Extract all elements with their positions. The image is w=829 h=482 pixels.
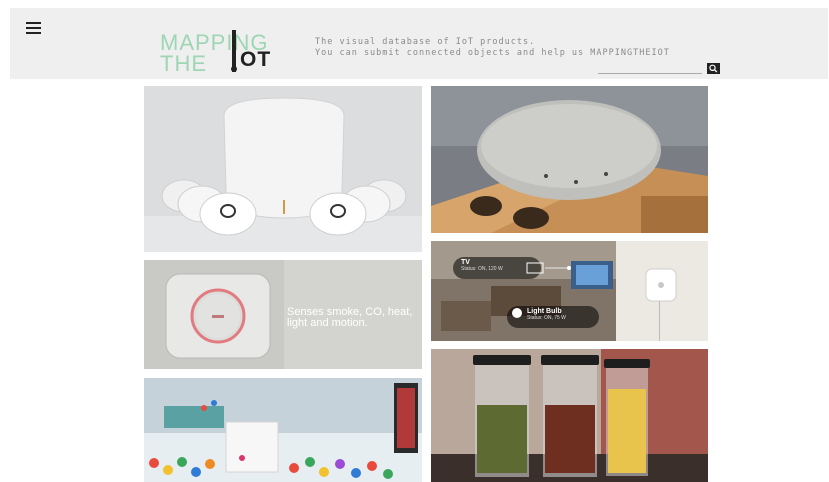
product-image-smart-jars <box>431 349 708 482</box>
tagline-line-1: The visual database of IoT products. <box>315 37 536 47</box>
tv-status-card: TV Status: ON, 120 W <box>461 259 503 272</box>
smoke-alarm-caption: Senses smoke, CO, heat, light and motion… <box>287 307 412 329</box>
tv-label: TV <box>461 259 470 266</box>
tv-status: Status: ON, 120 W <box>461 266 503 272</box>
tagline: The visual database of IoT products. You… <box>315 37 670 59</box>
hamburger-menu-icon[interactable] <box>26 22 41 34</box>
product-image-cube-candies <box>144 378 422 482</box>
logo-ot[interactable]: OT <box>240 49 271 70</box>
smoke-alarm-caption-text: Senses smoke, CO, heat, light and motion… <box>287 306 413 329</box>
product-image-speaker-puck <box>431 86 708 233</box>
product-tile-room-sensor[interactable]: TV Status: ON, 120 W Light Bulb Status: … <box>431 241 708 341</box>
product-tile-cube-candies[interactable] <box>144 378 422 482</box>
bulb-label: Light Bulb <box>527 308 562 315</box>
product-tile-speaker-puck[interactable] <box>431 86 708 233</box>
product-tile-smart-home-kit[interactable] <box>144 86 422 252</box>
site-header: MAPPING THE OT The visual database of Io… <box>10 8 828 79</box>
product-tile-smoke-alarm[interactable]: Senses smoke, CO, heat, light and motion… <box>144 260 422 369</box>
bulb-status-card: Light Bulb Status: ON, 75 W <box>527 308 566 321</box>
search-button[interactable] <box>707 63 720 74</box>
bulb-status: Status: ON, 75 W <box>527 315 566 321</box>
logo-i-dot <box>231 66 237 72</box>
logo-the[interactable]: THE <box>160 53 207 75</box>
product-image-room-sensor <box>431 241 708 341</box>
product-tile-smart-jars[interactable] <box>431 349 708 482</box>
tagline-line-2: You can submit connected objects and hel… <box>315 48 670 58</box>
search-input[interactable] <box>598 73 702 74</box>
product-image-smart-home-kit <box>144 86 422 252</box>
search-icon <box>709 64 718 73</box>
